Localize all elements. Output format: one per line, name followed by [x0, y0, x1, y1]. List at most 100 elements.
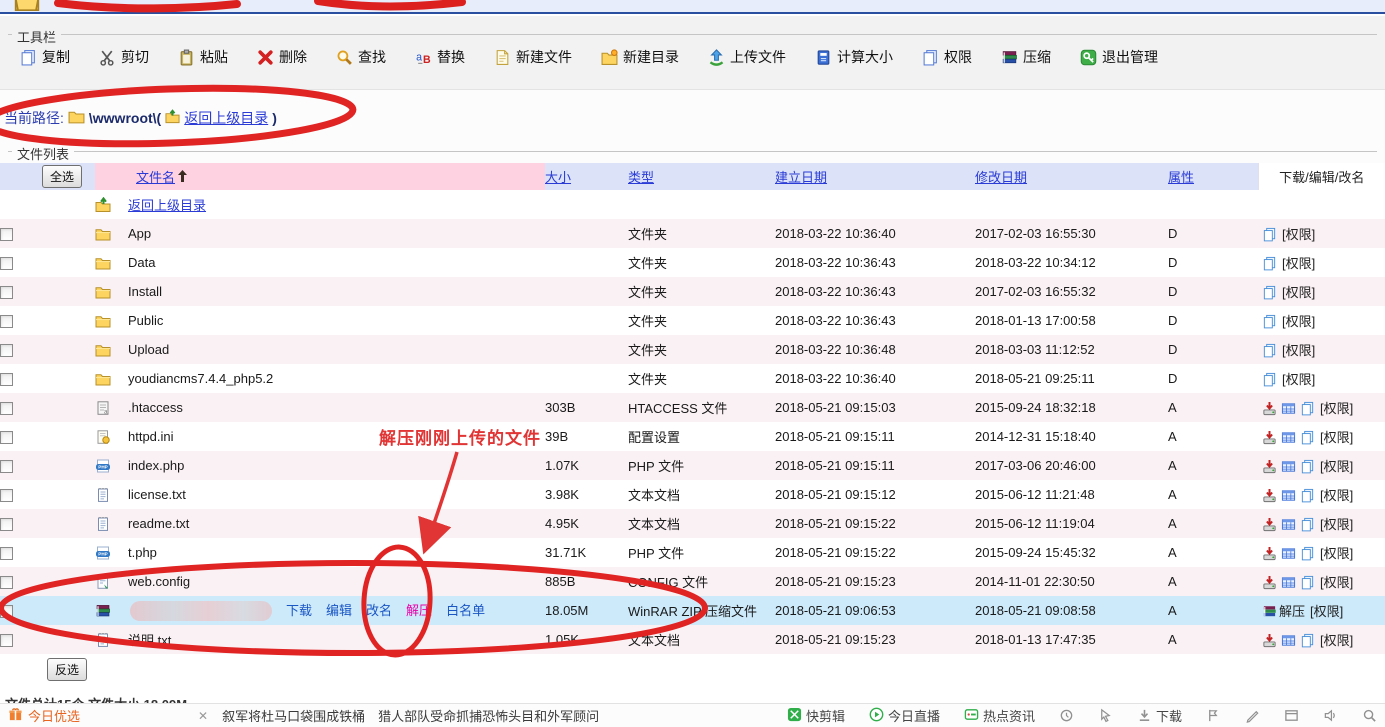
compress-button[interactable]: 压缩 — [1001, 47, 1051, 67]
download-action-icon[interactable] — [1258, 430, 1277, 445]
hot-news-button[interactable]: 热点资讯 — [964, 706, 1035, 725]
row-checkbox[interactable] — [0, 257, 13, 270]
calc-size-button[interactable]: 计算大小 — [815, 47, 893, 67]
type-sort-link[interactable]: 类型 — [628, 170, 654, 185]
edit-action-icon[interactable] — [1277, 459, 1296, 474]
new-folder-button[interactable]: 新建目录 — [601, 47, 679, 67]
copy-action-icon[interactable] — [1296, 401, 1315, 416]
file-name[interactable]: youdiancms7.4.4_php5.2 — [128, 371, 273, 386]
select-all-button[interactable]: 全选 — [42, 165, 82, 188]
up-directory-link[interactable]: 返回上级目录 — [184, 108, 268, 128]
copy-button[interactable]: 复制 — [20, 47, 70, 67]
size-sort-link[interactable]: 大小 — [545, 170, 571, 185]
quick-clip-button[interactable]: 快剪辑 — [787, 706, 845, 725]
edit-action-icon[interactable] — [1277, 575, 1296, 590]
modified-sort-link[interactable]: 修改日期 — [975, 170, 1027, 185]
copy-action-icon[interactable] — [1296, 430, 1315, 445]
edit-action-icon[interactable] — [1277, 546, 1296, 561]
permissions-link[interactable]: [权限] — [1320, 430, 1353, 445]
file-name[interactable]: Public — [128, 313, 163, 328]
created-sort-link[interactable]: 建立日期 — [775, 170, 827, 185]
new-file-button[interactable]: 新建文件 — [494, 47, 572, 67]
zip-extract-link[interactable]: 解压 — [406, 603, 432, 618]
permissions-link[interactable]: [权限] — [1282, 343, 1315, 358]
extract-action-link[interactable]: 解压 — [1279, 604, 1305, 619]
file-name[interactable]: Install — [128, 284, 162, 299]
cursor-icon[interactable] — [1098, 708, 1113, 723]
exit-button[interactable]: 退出管理 — [1080, 47, 1158, 67]
download-action-icon[interactable] — [1258, 633, 1277, 648]
upload-button[interactable]: 上传文件 — [708, 47, 786, 67]
permissions-link[interactable]: [权限] — [1282, 314, 1315, 329]
edit-action-icon[interactable] — [1277, 401, 1296, 416]
edit-action-icon[interactable] — [1277, 488, 1296, 503]
copy-action-icon[interactable] — [1296, 575, 1315, 590]
download-action-icon[interactable] — [1258, 459, 1277, 474]
permissions-link[interactable]: [权限] — [1310, 604, 1343, 619]
row-checkbox[interactable] — [0, 576, 13, 589]
replace-button[interactable]: aB替换 — [415, 47, 465, 67]
row-checkbox[interactable] — [0, 228, 13, 241]
row-checkbox[interactable] — [0, 315, 13, 328]
copy-action-icon[interactable] — [1258, 372, 1277, 387]
news-headline[interactable]: 叙军将杜马口袋围成铁桶 猎人部队受命抓捕恐怖头目和外军顾问 — [222, 706, 599, 725]
copy-action-icon[interactable] — [1258, 285, 1277, 300]
permissions-link[interactable]: [权限] — [1282, 227, 1315, 242]
window-icon[interactable] — [1284, 708, 1299, 723]
permissions-link[interactable]: [权限] — [1282, 256, 1315, 271]
ring-icon[interactable] — [1059, 708, 1074, 723]
copy-action-icon[interactable] — [1296, 517, 1315, 532]
permissions-link[interactable]: [权限] — [1320, 459, 1353, 474]
permissions-link[interactable]: [权限] — [1320, 575, 1353, 590]
download-action-icon[interactable] — [1258, 546, 1277, 561]
copy-action-icon[interactable] — [1296, 488, 1315, 503]
permissions-link[interactable]: [权限] — [1320, 546, 1353, 561]
attr-sort-link[interactable]: 属性 — [1168, 170, 1194, 185]
permissions-link[interactable]: [权限] — [1320, 488, 1353, 503]
featured-item[interactable]: 今日优选 — [8, 706, 80, 725]
zip-download-link[interactable]: 下载 — [286, 603, 312, 618]
download-action-icon[interactable] — [1258, 401, 1277, 416]
permissions-link[interactable]: [权限] — [1320, 517, 1353, 532]
row-checkbox[interactable] — [0, 402, 13, 415]
copy-action-icon[interactable] — [1296, 633, 1315, 648]
file-name[interactable]: App — [128, 226, 151, 241]
pen-icon[interactable] — [1245, 708, 1260, 723]
row-checkbox[interactable] — [0, 518, 13, 531]
copy-action-icon[interactable] — [1296, 459, 1315, 474]
paste-button[interactable]: 粘贴 — [178, 47, 228, 67]
row-checkbox[interactable] — [0, 634, 13, 647]
name-sort-link[interactable]: 文件名 — [136, 170, 175, 185]
copy-action-icon[interactable] — [1296, 546, 1315, 561]
edit-action-icon[interactable] — [1277, 633, 1296, 648]
row-checkbox[interactable] — [0, 489, 13, 502]
row-checkbox[interactable] — [0, 431, 13, 444]
zip-edit-link[interactable]: 编辑 — [326, 603, 352, 618]
invert-select-button[interactable]: 反选 — [47, 658, 87, 681]
permissions-link[interactable]: [权限] — [1320, 401, 1353, 416]
file-name[interactable]: Data — [128, 255, 155, 270]
permissions-link[interactable]: [权限] — [1282, 285, 1315, 300]
live-today-button[interactable]: 今日直播 — [869, 706, 940, 725]
permissions-button[interactable]: 权限 — [922, 47, 972, 67]
zip-rename-link[interactable]: 改名 — [366, 603, 392, 618]
delete-button[interactable]: 删除 — [257, 47, 307, 67]
file-name[interactable]: Upload — [128, 342, 169, 357]
copy-action-icon[interactable] — [1258, 343, 1277, 358]
parent-directory-link[interactable]: 返回上级目录 — [128, 198, 206, 213]
download-icon[interactable]: 下载 — [1137, 706, 1182, 725]
copy-action-icon[interactable] — [1258, 256, 1277, 271]
download-action-icon[interactable] — [1258, 517, 1277, 532]
edit-action-icon[interactable] — [1277, 430, 1296, 445]
flag-icon[interactable] — [1206, 708, 1221, 723]
row-checkbox[interactable] — [0, 286, 13, 299]
edit-action-icon[interactable] — [1277, 517, 1296, 532]
permissions-link[interactable]: [权限] — [1282, 372, 1315, 387]
cut-button[interactable]: 剪切 — [99, 47, 149, 67]
copy-action-icon[interactable] — [1258, 227, 1277, 242]
download-action-icon[interactable] — [1258, 488, 1277, 503]
download-action-icon[interactable] — [1258, 575, 1277, 590]
row-checkbox[interactable] — [0, 547, 13, 560]
volume-icon[interactable] — [1323, 708, 1338, 723]
close-icon[interactable]: ✕ — [198, 709, 208, 723]
